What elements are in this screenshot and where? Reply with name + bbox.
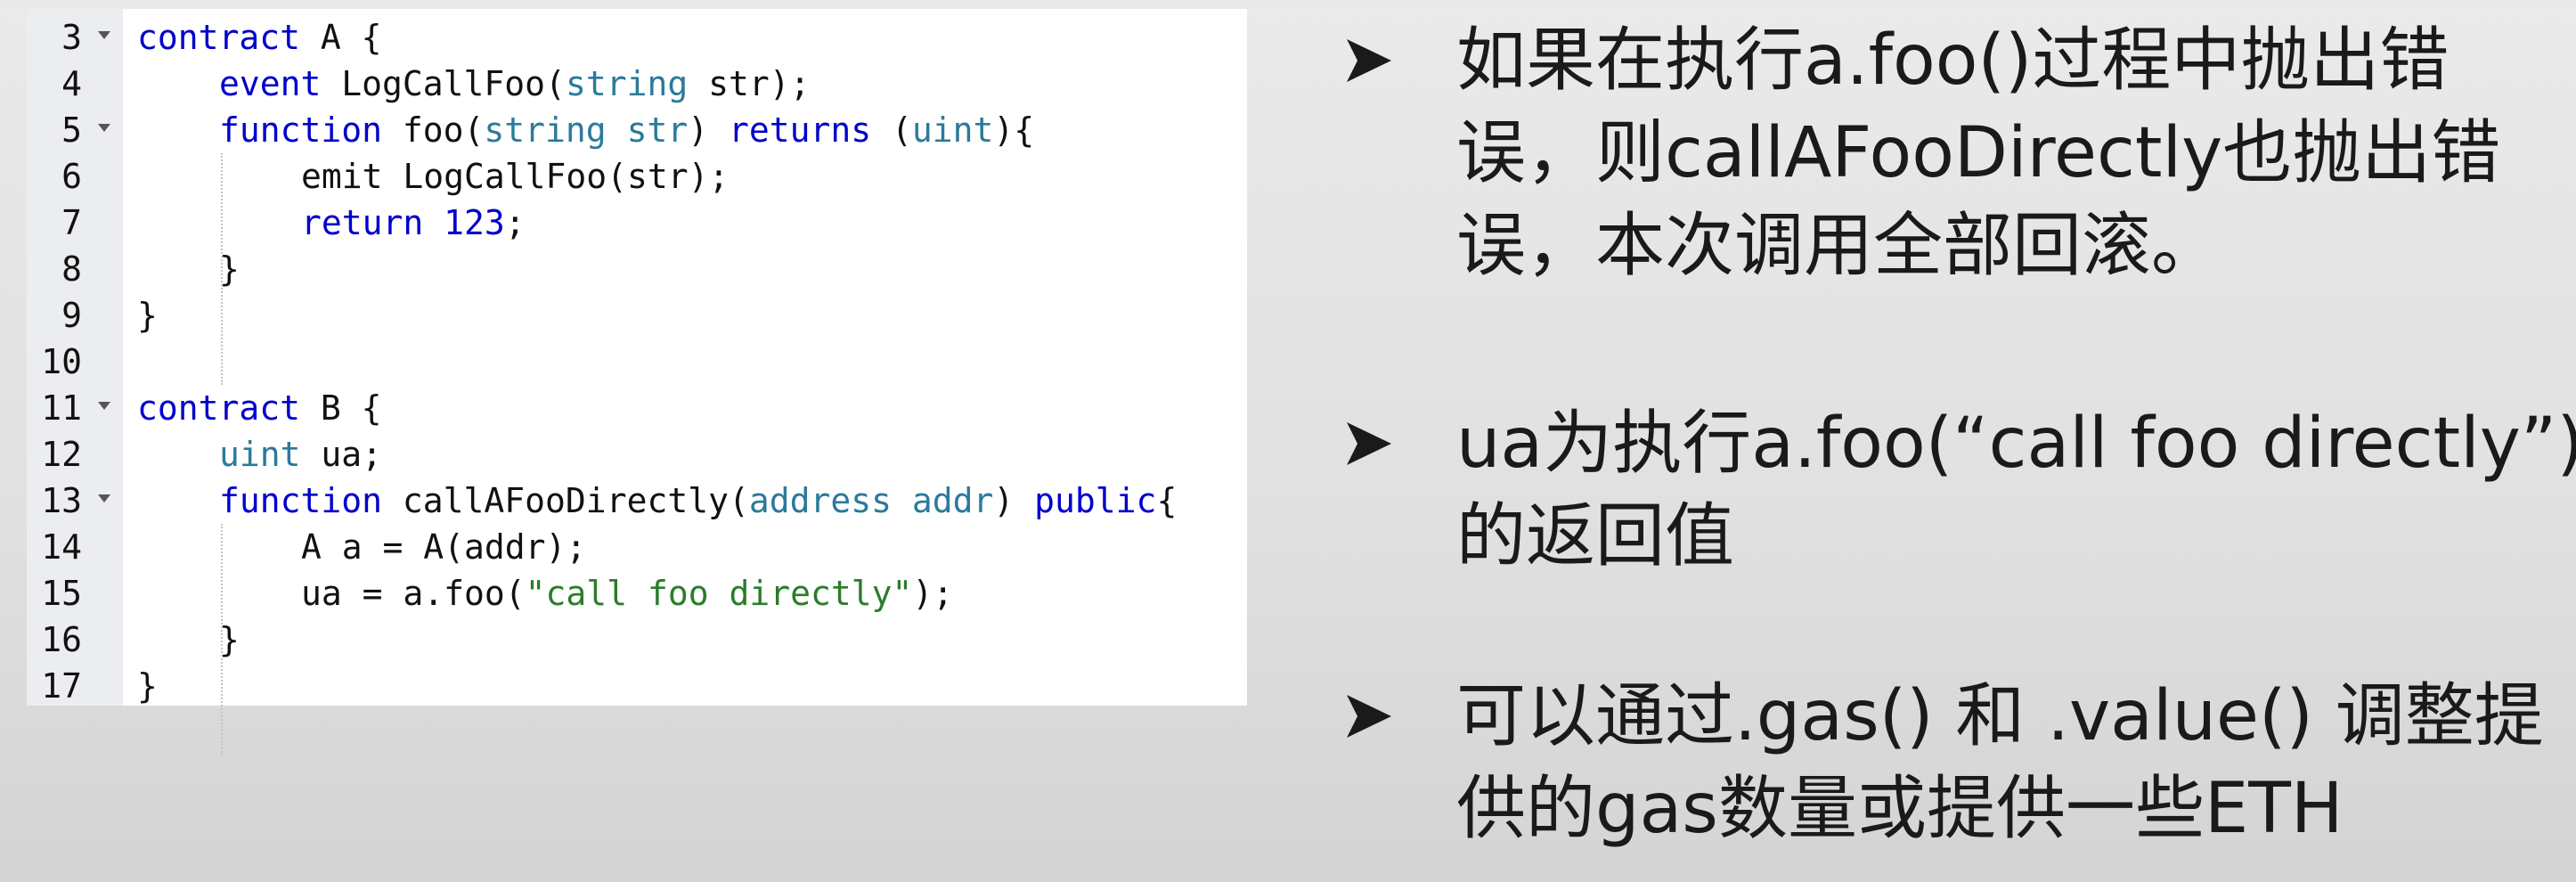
- bullet-line: 供的gas数量或提供一些ETH: [1456, 769, 2344, 849]
- line-number: 15: [41, 574, 82, 613]
- fold-triangle-icon[interactable]: [98, 494, 110, 502]
- code-token: return: [301, 203, 424, 242]
- code-line: 9}: [27, 292, 1247, 339]
- code-line: 5 function foo(string str) returns (uint)…: [27, 107, 1247, 153]
- fold-triangle-icon[interactable]: [98, 124, 110, 132]
- line-number: 17: [41, 666, 82, 706]
- code-token: A {: [300, 18, 382, 57]
- code-text: function callAFooDirectly(address addr) …: [219, 478, 1177, 524]
- code-token: ): [993, 481, 1035, 520]
- line-number: 8: [61, 249, 82, 289]
- code-token: 123: [444, 203, 505, 242]
- code-text: }: [137, 663, 158, 709]
- code-token: foo(: [382, 110, 485, 150]
- code-token: ua = a.foo(: [301, 574, 526, 613]
- line-number: 5: [61, 110, 82, 150]
- code-text: return 123;: [301, 200, 526, 246]
- code-token: ): [688, 110, 729, 150]
- code-line: 3 contract A {: [27, 14, 1247, 61]
- code-token: string str: [484, 110, 689, 150]
- code-text: }: [137, 292, 158, 339]
- bullet-text: ua为执行a.foo(“call foo directly”) 的返回值: [1456, 397, 2576, 583]
- line-number: 4: [61, 64, 82, 103]
- code-line: 15 ua = a.foo("call foo directly");: [27, 570, 1247, 617]
- bullet-list: 如果在执行a.foo()过程中抛出错 误，则callAFooDirectly也抛…: [1345, 0, 2576, 882]
- code-token: ua;: [300, 435, 383, 474]
- code-token: uint: [911, 110, 994, 150]
- bullet-line: 误，则callAFooDirectly也抛出错: [1456, 113, 2501, 193]
- line-number: 12: [41, 435, 82, 474]
- code-line: 8}: [27, 246, 1247, 292]
- code-line: 4 event LogCallFoo(string str);: [27, 61, 1247, 107]
- bullet-text: 可以通过.gas() 和 .value() 调整提 供的gas数量或提供一些ET…: [1456, 670, 2576, 855]
- bullet-line: 的返回值: [1456, 496, 1735, 576]
- bullet-line: ua为执行a.foo(“call foo directly”): [1456, 404, 2576, 484]
- code-text: ua = a.foo("call foo directly");: [301, 570, 953, 617]
- arrowhead-bullet-icon: [1347, 422, 1391, 465]
- line-number: 13: [41, 481, 82, 520]
- code-line: 13 function callAFooDirectly(address addr…: [27, 478, 1247, 524]
- line-number: 14: [41, 527, 82, 567]
- bullet-line: 如果在执行a.foo()过程中抛出错: [1456, 20, 2450, 101]
- arrowhead-bullet-icon: [1347, 695, 1391, 738]
- line-number: 11: [41, 388, 82, 428]
- line-number: 3: [61, 18, 82, 57]
- code-token: LogCallFoo(: [321, 64, 566, 103]
- line-number: 9: [61, 296, 82, 335]
- fold-triangle-icon[interactable]: [98, 31, 110, 39]
- line-number: 16: [41, 620, 82, 659]
- code-token: function: [219, 481, 383, 520]
- code-token: B {: [300, 388, 382, 428]
- code-token: }: [137, 666, 158, 706]
- code-line: 12 uint ua;: [27, 431, 1247, 478]
- code-token: A a = A(addr);: [301, 527, 587, 567]
- fold-triangle-icon[interactable]: [98, 402, 110, 410]
- code-text: function foo(string str) returns (uint){: [219, 107, 1034, 153]
- code-text: event LogCallFoo(string str);: [219, 61, 811, 107]
- line-number: 6: [61, 157, 82, 196]
- code-token: "call foo directly": [525, 574, 913, 613]
- code-token: }: [137, 296, 158, 335]
- code-editor: 3 contract A {4 event LogCallFoo(string st…: [27, 9, 1247, 755]
- code-token: ){: [993, 110, 1035, 150]
- code-line: 16}: [27, 617, 1247, 663]
- code-line: 10: [27, 339, 1247, 385]
- code-line: 17}: [27, 663, 1247, 709]
- code-text: emit LogCallFoo(str);: [301, 153, 729, 200]
- code-line: 7 return 123;: [27, 200, 1247, 246]
- line-number: 7: [61, 203, 82, 242]
- code-line: 6 emit LogCallFoo(str);: [27, 153, 1247, 200]
- code-line: 14 A a = A(addr);: [27, 524, 1247, 570]
- code-token: public: [1034, 481, 1157, 520]
- code-token: (: [871, 110, 912, 150]
- code-text: A a = A(addr);: [301, 524, 586, 570]
- bullet-line: 误，本次调用全部回滚。: [1456, 206, 2221, 286]
- code-token: callAFooDirectly(: [382, 481, 749, 520]
- code-token: str);: [688, 64, 811, 103]
- code-token: contract: [137, 388, 301, 428]
- line-number: 10: [41, 342, 82, 381]
- code-text: contract B {: [137, 385, 382, 431]
- code-token: emit LogCallFoo(str);: [301, 157, 730, 196]
- code-token: ;: [504, 203, 526, 242]
- code-token: address addr: [748, 481, 994, 520]
- indent-guide: [221, 524, 223, 755]
- code-token: {: [1156, 481, 1178, 520]
- code-token: contract: [137, 18, 301, 57]
- code-token: uint: [219, 435, 301, 474]
- arrowhead-bullet-icon: [1347, 39, 1391, 82]
- code-line: 11 contract B {: [27, 385, 1247, 431]
- code-text: contract A {: [137, 14, 382, 61]
- indent-guide: [221, 153, 223, 385]
- bullet-text: 如果在执行a.foo()过程中抛出错 误，则callAFooDirectly也抛…: [1456, 14, 2576, 292]
- code-token: string: [565, 64, 689, 103]
- code-token: event: [219, 64, 322, 103]
- code-token: returns: [728, 110, 872, 150]
- code-text: uint ua;: [219, 431, 382, 478]
- bullet-line: 可以通过.gas() 和 .value() 调整提: [1456, 676, 2544, 756]
- code-token: function: [219, 110, 383, 150]
- code-token: );: [912, 574, 954, 613]
